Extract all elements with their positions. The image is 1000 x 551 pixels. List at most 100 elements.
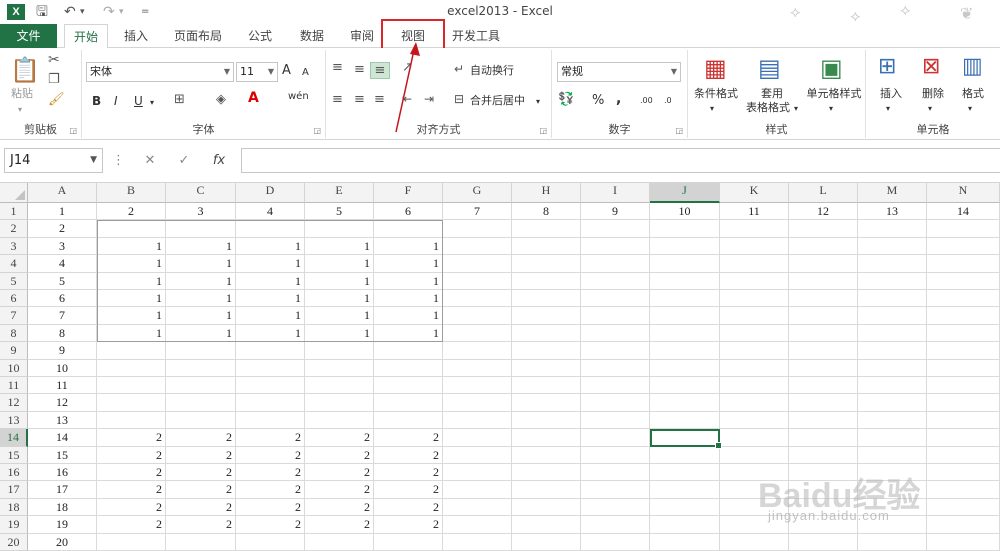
cell-k1[interactable]: 11 <box>720 203 789 221</box>
cell-l9[interactable] <box>789 342 858 360</box>
cell-c6[interactable]: 1 <box>166 290 236 308</box>
cell-j20[interactable] <box>650 533 720 551</box>
column-header-l[interactable]: L <box>789 183 858 203</box>
cell-k16[interactable] <box>720 464 789 482</box>
cell-f3[interactable]: 1 <box>374 237 443 256</box>
cell-f7[interactable]: 1 <box>374 307 443 325</box>
cell-b16[interactable]: 2 <box>97 464 166 482</box>
cell-j11[interactable] <box>650 377 720 395</box>
cell-a10[interactable]: 10 <box>28 359 97 377</box>
cell-l1[interactable]: 12 <box>789 203 858 221</box>
cell-i4[interactable] <box>581 255 650 273</box>
cell-i16[interactable] <box>581 464 650 482</box>
cell-a8[interactable]: 8 <box>28 324 97 343</box>
cell-d1[interactable]: 4 <box>236 203 305 221</box>
cell-n7[interactable] <box>927 307 1000 325</box>
cell-b13[interactable] <box>97 411 166 430</box>
cell-c11[interactable] <box>166 377 236 395</box>
cell-f4[interactable]: 1 <box>374 255 443 273</box>
cell-k7[interactable] <box>720 307 789 325</box>
cell-l18[interactable] <box>789 498 858 517</box>
cell-m6[interactable] <box>858 290 927 308</box>
cell-n16[interactable] <box>927 464 1000 482</box>
cell-b15[interactable]: 2 <box>97 446 166 464</box>
column-header-c[interactable]: C <box>166 183 236 203</box>
cell-h17[interactable] <box>512 481 581 499</box>
cell-h9[interactable] <box>512 342 581 360</box>
cell-i17[interactable] <box>581 481 650 499</box>
cell-c14[interactable]: 2 <box>166 429 236 447</box>
cell-j19[interactable] <box>650 516 720 534</box>
column-header-k[interactable]: K <box>720 183 789 203</box>
cell-k5[interactable] <box>720 272 789 290</box>
cell-l8[interactable] <box>789 324 858 343</box>
cell-n8[interactable] <box>927 324 1000 343</box>
cell-c17[interactable]: 2 <box>166 481 236 499</box>
cell-e4[interactable]: 1 <box>305 255 374 273</box>
cell-a1[interactable]: 1 <box>28 203 97 221</box>
cell-k11[interactable] <box>720 377 789 395</box>
column-header-m[interactable]: M <box>858 183 927 203</box>
row-header-16[interactable]: 16 <box>0 464 28 482</box>
cell-a20[interactable]: 20 <box>28 533 97 551</box>
cell-k15[interactable] <box>720 446 789 464</box>
cell-c4[interactable]: 1 <box>166 255 236 273</box>
cell-e16[interactable]: 2 <box>305 464 374 482</box>
cell-l5[interactable] <box>789 272 858 290</box>
cell-i3[interactable] <box>581 237 650 256</box>
cell-l7[interactable] <box>789 307 858 325</box>
cell-b9[interactable] <box>97 342 166 360</box>
cell-b7[interactable]: 1 <box>97 307 166 325</box>
cell-g14[interactable] <box>443 429 512 447</box>
cell-j13[interactable] <box>650 411 720 430</box>
row-header-20[interactable]: 20 <box>0 533 28 551</box>
cell-d12[interactable] <box>236 394 305 412</box>
cell-e1[interactable]: 5 <box>305 203 374 221</box>
row-header-12[interactable]: 12 <box>0 394 28 412</box>
cell-d10[interactable] <box>236 359 305 377</box>
cell-e9[interactable] <box>305 342 374 360</box>
cell-n17[interactable] <box>927 481 1000 499</box>
cell-k18[interactable] <box>720 498 789 517</box>
cell-d11[interactable] <box>236 377 305 395</box>
cell-g15[interactable] <box>443 446 512 464</box>
cell-f12[interactable] <box>374 394 443 412</box>
cell-g9[interactable] <box>443 342 512 360</box>
cell-k20[interactable] <box>720 533 789 551</box>
cell-j1[interactable]: 10 <box>650 203 720 221</box>
cell-d17[interactable]: 2 <box>236 481 305 499</box>
cell-a15[interactable]: 15 <box>28 446 97 464</box>
cell-b19[interactable]: 2 <box>97 516 166 534</box>
column-header-a[interactable]: A <box>28 183 97 203</box>
cell-c3[interactable]: 1 <box>166 237 236 256</box>
row-header-19[interactable]: 19 <box>0 516 28 534</box>
cell-g6[interactable] <box>443 290 512 308</box>
cell-f14[interactable]: 2 <box>374 429 443 447</box>
row-header-14[interactable]: 14 <box>0 429 28 447</box>
cell-j3[interactable] <box>650 237 720 256</box>
cell-k17[interactable] <box>720 481 789 499</box>
cell-i6[interactable] <box>581 290 650 308</box>
row-header-18[interactable]: 18 <box>0 498 28 517</box>
cell-a11[interactable]: 11 <box>28 377 97 395</box>
cell-e10[interactable] <box>305 359 374 377</box>
cell-m14[interactable] <box>858 429 927 447</box>
enter-icon[interactable]: ✓ <box>174 148 194 173</box>
cell-l17[interactable] <box>789 481 858 499</box>
cell-b4[interactable]: 1 <box>97 255 166 273</box>
cell-k13[interactable] <box>720 411 789 430</box>
cell-l10[interactable] <box>789 359 858 377</box>
insert-function-icon[interactable]: fx <box>208 148 230 173</box>
cell-l6[interactable] <box>789 290 858 308</box>
cell-j6[interactable] <box>650 290 720 308</box>
cell-b10[interactable] <box>97 359 166 377</box>
cell-k14[interactable] <box>720 429 789 447</box>
cell-i2[interactable] <box>581 220 650 238</box>
cell-d9[interactable] <box>236 342 305 360</box>
cell-f8[interactable]: 1 <box>374 324 443 343</box>
cell-i12[interactable] <box>581 394 650 412</box>
cell-g10[interactable] <box>443 359 512 377</box>
cell-f19[interactable]: 2 <box>374 516 443 534</box>
cell-l15[interactable] <box>789 446 858 464</box>
cell-m18[interactable] <box>858 498 927 517</box>
